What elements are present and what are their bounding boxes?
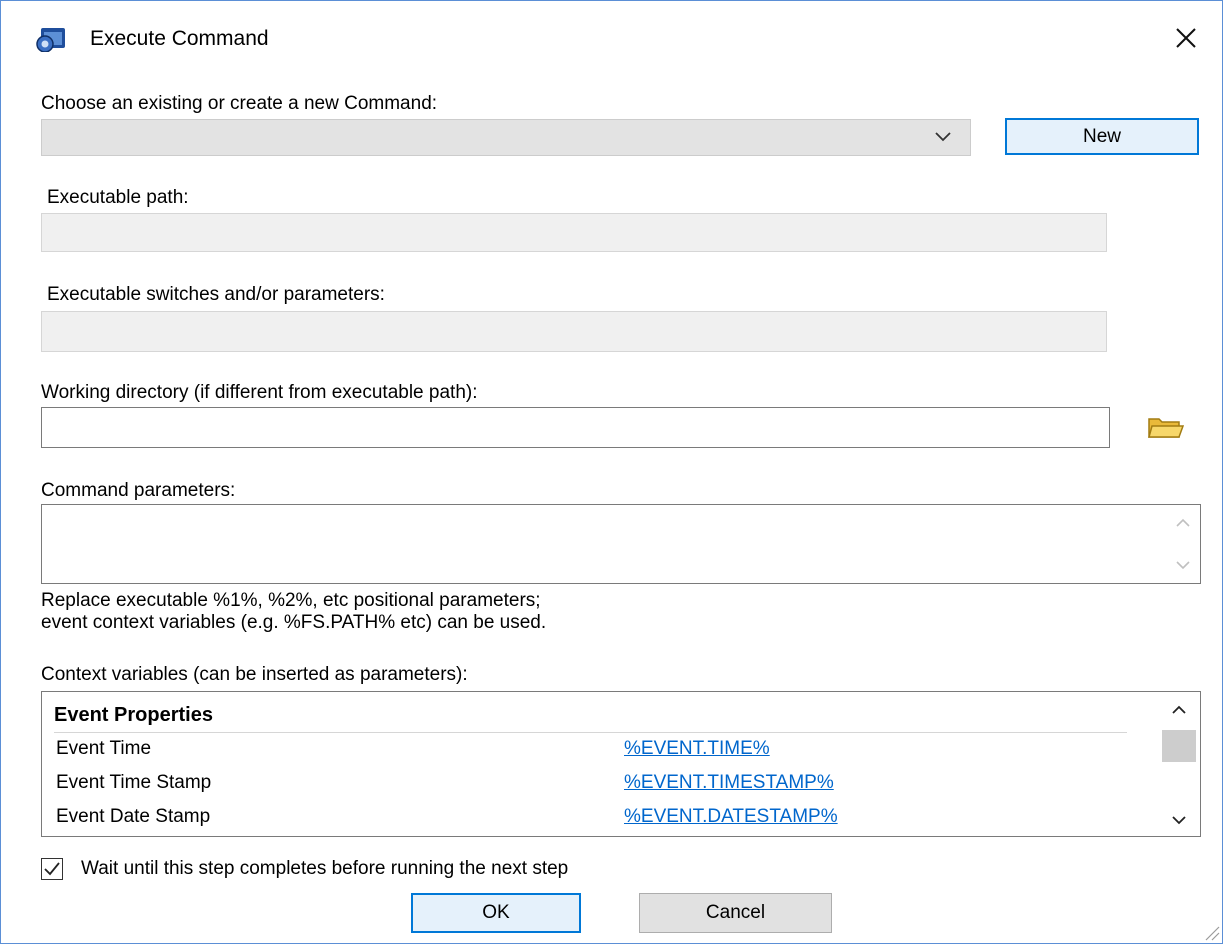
help-line-1: Replace executable %1%, %2%, etc positio…	[41, 590, 541, 611]
command-parameters-help: Replace executable %1%, %2%, etc positio…	[41, 590, 546, 634]
cancel-button[interactable]: Cancel	[639, 893, 832, 933]
list-item[interactable]: Event Time Stamp %EVENT.TIMESTAMP%	[54, 768, 1127, 802]
command-parameters-textarea[interactable]	[41, 504, 1201, 584]
working-directory-input[interactable]	[41, 407, 1110, 448]
execute-command-dialog: Execute Command Choose an existing or cr…	[0, 0, 1223, 944]
close-icon	[1176, 28, 1196, 48]
variable-name: Event Date Stamp	[56, 806, 211, 827]
context-variables-list[interactable]: Event Properties Event Time %EVENT.TIME%…	[41, 691, 1201, 837]
variable-name: Event Time Stamp	[56, 772, 212, 793]
wait-checkbox[interactable]	[41, 858, 63, 880]
variable-name: Event Time	[56, 738, 152, 759]
folder-icon[interactable]	[1146, 413, 1186, 441]
working-directory-label: Working directory (if different from exe…	[41, 382, 478, 403]
wait-checkbox-label: Wait until this step completes before ru…	[81, 858, 569, 879]
close-button[interactable]	[1161, 15, 1211, 61]
command-select[interactable]	[41, 119, 971, 156]
command-parameters-label: Command parameters:	[41, 480, 236, 501]
variable-link[interactable]: %EVENT.DATESTAMP%	[624, 806, 838, 828]
context-variables-label: Context variables (can be inserted as pa…	[41, 664, 468, 685]
command-parameters-scrollbar[interactable]	[1166, 505, 1200, 583]
ok-button[interactable]: OK	[411, 893, 581, 933]
list-group-header: Event Properties	[54, 704, 1127, 733]
scrollbar-thumb[interactable]	[1162, 730, 1196, 762]
variable-link[interactable]: %EVENT.TIME%	[624, 738, 770, 760]
scroll-down-icon[interactable]	[1175, 559, 1191, 571]
scroll-up-icon[interactable]	[1171, 704, 1187, 716]
list-item[interactable]: Event Time %EVENT.TIME%	[54, 734, 1127, 768]
command-select-label: Choose an existing or create a new Comma…	[41, 93, 438, 114]
executable-path-label: Executable path:	[47, 187, 189, 208]
executable-path-field	[41, 213, 1107, 252]
scroll-up-icon[interactable]	[1175, 517, 1191, 529]
new-command-button[interactable]: New	[1005, 118, 1199, 155]
resize-grip-icon[interactable]	[1202, 923, 1220, 941]
help-line-2: event context variables (e.g. %FS.PATH% …	[41, 612, 547, 633]
window-title: Execute Command	[90, 27, 269, 50]
executable-switches-field	[41, 311, 1107, 352]
execute-command-app-icon	[36, 28, 65, 52]
checkmark-icon	[44, 862, 60, 876]
context-variables-scrollbar[interactable]	[1158, 692, 1200, 836]
executable-switches-label: Executable switches and/or parameters:	[47, 284, 385, 305]
chevron-down-icon	[935, 132, 951, 142]
variable-link[interactable]: %EVENT.TIMESTAMP%	[624, 772, 834, 794]
list-item[interactable]: Event Date Stamp %EVENT.DATESTAMP%	[54, 802, 1127, 836]
scroll-down-icon[interactable]	[1171, 814, 1187, 826]
title-bar[interactable]: Execute Command	[1, 1, 1222, 77]
